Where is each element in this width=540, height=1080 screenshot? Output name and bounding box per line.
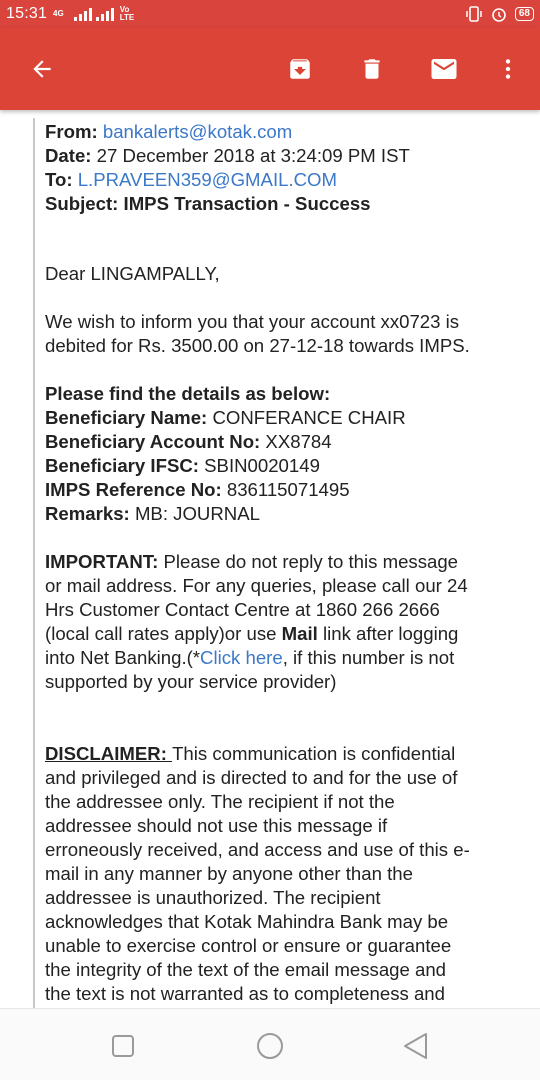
navigation-bar <box>0 1008 540 1080</box>
battery-icon: 68 <box>514 7 534 21</box>
imps-reference-value: 836115071495 <box>226 479 350 500</box>
to-email-link[interactable]: L.PRAVEEN359@GMAIL.COM <box>78 169 337 190</box>
home-icon[interactable] <box>255 1031 285 1061</box>
subject-label: Subject: <box>45 193 119 214</box>
disclaimer-label: DISCLAIMER: <box>45 743 173 764</box>
beneficiary-name-row: Beneficiary Name: CONFERANCE CHAIR <box>45 406 533 430</box>
alarm-icon <box>492 8 506 22</box>
subject-row: Subject: IMPS Transaction - Success <box>45 192 533 216</box>
forwarded-header: From: bankalerts@kotak.com Date: 27 Dece… <box>33 118 533 250</box>
disclaimer-line: addressee is unauthorized. The recipient <box>45 887 381 908</box>
signal-icon <box>73 7 92 21</box>
important-line: into Net Banking.(*Click here, if this n… <box>45 647 455 668</box>
remarks-row: Remarks: MB: JOURNAL <box>45 502 533 526</box>
back-triangle-icon[interactable] <box>400 1031 430 1061</box>
beneficiary-account-value: XX8784 <box>265 431 332 452</box>
important-line: (local call rates apply)or use Mail link… <box>45 623 459 644</box>
from-row: From: bankalerts@kotak.com <box>45 120 533 144</box>
email-body: Dear LINGAMPALLY, We wish to inform you … <box>33 250 533 1008</box>
date-label: Date: <box>45 145 92 166</box>
remarks-value: MB: JOURNAL <box>134 503 260 524</box>
mail-icon[interactable] <box>420 28 468 110</box>
important-label: IMPORTANT: <box>45 551 159 572</box>
disclaimer-line: and privileged and is directed to and fo… <box>45 767 458 788</box>
signal-icon-secondary <box>95 7 114 21</box>
imps-reference-row: IMPS Reference No: 836115071495 <box>45 478 533 502</box>
disclaimer-line: mail in any manner by anyone other than … <box>45 863 413 884</box>
disclaimer-line: acknowledges that Kotak Mahindra Bank ma… <box>45 911 449 932</box>
to-row: To: L.PRAVEEN359@GMAIL.COM <box>45 168 533 192</box>
disclaimer-line: addressee should not use this message if <box>45 815 388 836</box>
beneficiary-ifsc-row: Beneficiary IFSC: SBIN0020149 <box>45 454 533 478</box>
intro-line: debited for Rs. 3500.00 on 27-12-18 towa… <box>45 335 470 356</box>
beneficiary-name-value: CONFERANCE CHAIR <box>212 407 406 428</box>
from-email-link[interactable]: bankalerts@kotak.com <box>103 121 292 142</box>
important-line: or mail address. For any queries, please… <box>45 575 468 596</box>
app-bar <box>0 28 540 110</box>
from-label: From: <box>45 121 98 142</box>
status-time: 15:31 <box>6 5 48 22</box>
vibrate-icon <box>466 6 482 22</box>
subject-value: IMPS Transaction - Success <box>123 193 371 214</box>
click-here-link[interactable]: Click here <box>200 647 283 668</box>
recents-icon[interactable] <box>108 1031 138 1061</box>
more-vert-icon[interactable] <box>484 28 532 110</box>
important-line: Hrs Customer Contact Centre at 1860 266 … <box>45 599 440 620</box>
arrow-back-icon[interactable] <box>18 28 66 110</box>
intro-line: We wish to inform you that your account … <box>45 311 460 332</box>
date-row: Date: 27 December 2018 at 3:24:09 PM IST <box>45 144 533 168</box>
imps-reference-label: IMPS Reference No: <box>45 479 222 500</box>
volte-label: Vo LTE <box>119 5 135 22</box>
disclaimer-line: the integrity of the text of the email m… <box>45 959 447 980</box>
archive-icon[interactable] <box>276 28 324 110</box>
beneficiary-account-label: Beneficiary Account No: <box>45 431 261 452</box>
beneficiary-ifsc-label: Beneficiary IFSC: <box>45 455 199 476</box>
beneficiary-account-row: Beneficiary Account No: XX8784 <box>45 430 533 454</box>
disclaimer-line: the text is not warranted as to complete… <box>45 983 445 1004</box>
disclaimer-line: unable to exercise control or ensure or … <box>45 935 452 956</box>
date-value: 27 December 2018 at 3:24:09 PM IST <box>96 145 410 166</box>
mail-link-text: Mail <box>281 623 318 644</box>
disclaimer-line: the addressee only. The recipient if not… <box>45 791 395 812</box>
beneficiary-ifsc-value: SBIN0020149 <box>204 455 320 476</box>
status-bar: 15:31 4G Vo LTE 68 <box>0 0 540 28</box>
details-heading: Please find the details as below: <box>45 383 331 404</box>
important-line: IMPORTANT: Please do not reply to this m… <box>45 551 459 572</box>
remarks-label: Remarks: <box>45 503 130 524</box>
to-label: To: <box>45 169 73 190</box>
disclaimer-line: DISCLAIMER: This communication is confid… <box>45 743 456 764</box>
email-content[interactable]: From: bankalerts@kotak.com Date: 27 Dece… <box>0 110 540 1008</box>
network-type-label: 4G <box>53 9 64 18</box>
greeting: Dear LINGAMPALLY, <box>45 263 220 284</box>
beneficiary-name-label: Beneficiary Name: <box>45 407 208 428</box>
important-line: supported by your service provider) <box>45 671 337 692</box>
disclaimer-line: erroneously received, and access and use… <box>45 839 470 860</box>
delete-icon[interactable] <box>348 28 396 110</box>
